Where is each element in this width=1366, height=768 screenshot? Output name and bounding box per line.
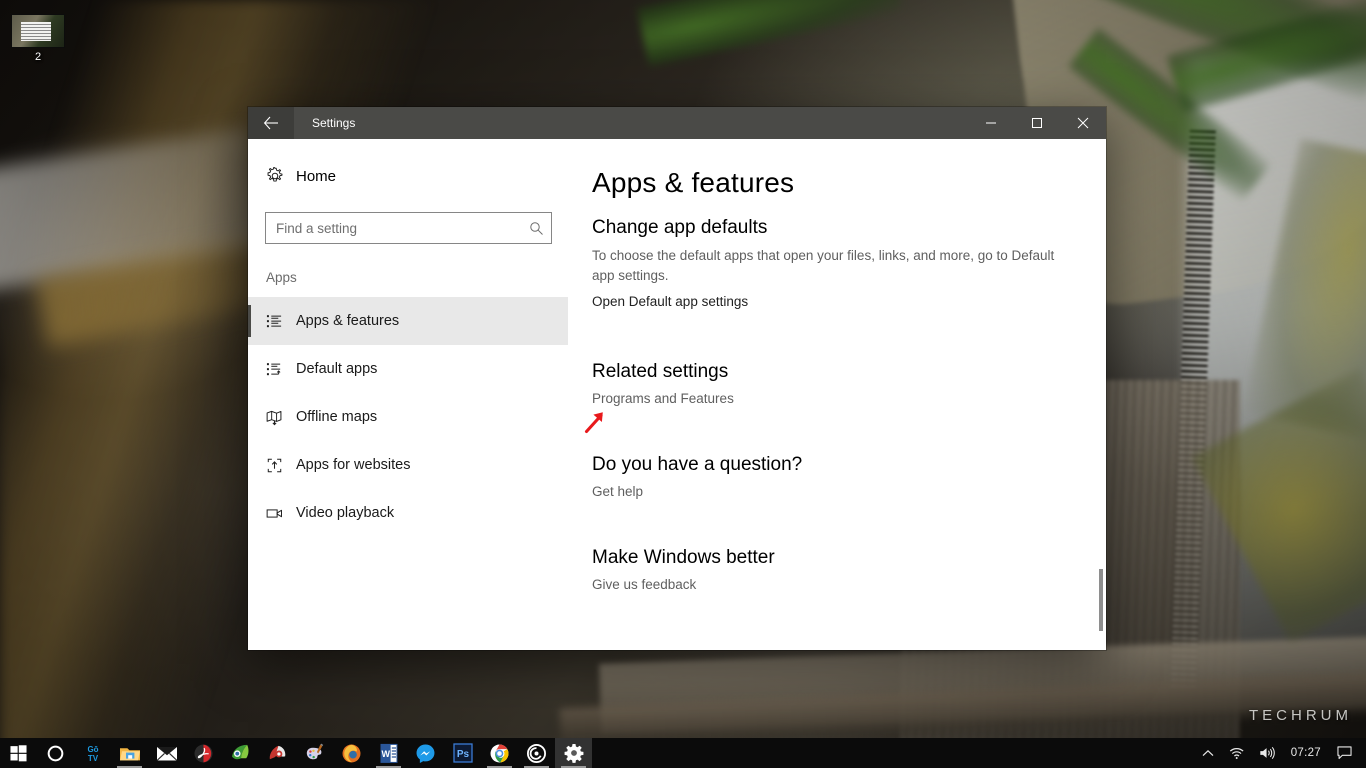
- sidebar-item-offline-maps[interactable]: Offline maps: [248, 393, 568, 441]
- search-input[interactable]: [266, 220, 521, 236]
- sidebar-item-home-label: Home: [296, 167, 337, 185]
- watermark: TECHRUM: [1249, 707, 1352, 724]
- search-box[interactable]: [265, 212, 552, 244]
- sidebar-item-default-apps[interactable]: Default apps: [248, 345, 568, 393]
- show-hidden-icons-button[interactable]: [1195, 738, 1221, 768]
- scrollbar-thumb[interactable]: [1099, 569, 1103, 631]
- volume-icon[interactable]: [1252, 738, 1283, 768]
- sidebar-item-label: Default apps: [296, 361, 378, 377]
- sidebar-item-label: Video playback: [296, 505, 395, 521]
- ccleaner-icon: [267, 742, 289, 764]
- back-button[interactable]: [248, 107, 294, 139]
- settings-gear-icon: [563, 742, 585, 764]
- taskbar-app-photoshop[interactable]: Ps: [444, 738, 481, 768]
- sidebar-item-apps-for-websites[interactable]: Apps for websites: [248, 441, 568, 489]
- sidebar-group-label: Apps: [266, 270, 297, 285]
- chrome-icon: [489, 742, 511, 764]
- taskbar-app-word[interactable]: W: [370, 738, 407, 768]
- desktop-icon-label: 2: [34, 51, 42, 63]
- taskbar-app-chrome[interactable]: [481, 738, 518, 768]
- cortana-button[interactable]: [36, 738, 74, 768]
- video-camera-icon: [266, 505, 296, 522]
- sidebar-item-video-playback[interactable]: Video playback: [248, 489, 568, 537]
- paint-icon: [304, 742, 326, 764]
- settings-content: Apps & features Change app defaults To c…: [568, 139, 1106, 650]
- svg-text:Gō: Gō: [87, 745, 98, 754]
- window-titlebar: Settings: [248, 107, 1106, 139]
- settings-window: Settings Home Find a setting Apps Apps &…: [248, 107, 1106, 650]
- taskbar-app-gotv[interactable]: Gō TV: [74, 738, 111, 768]
- nvidia-icon: [230, 742, 252, 764]
- section-heading-change-app-defaults: Change app defaults: [592, 217, 768, 238]
- close-button[interactable]: [1060, 107, 1106, 139]
- sidebar-item-label: Apps for websites: [296, 457, 411, 473]
- clock[interactable]: 07:27: [1283, 738, 1329, 768]
- sidebar-item-home[interactable]: Home: [248, 157, 568, 195]
- sidebar-item-label: Apps & features: [296, 313, 400, 329]
- section-heading-do-you-have-a-question: Do you have a question?: [592, 453, 803, 475]
- page-title: Apps & features: [592, 167, 795, 198]
- taskbar-spacer: [592, 738, 1195, 768]
- taskbar-app-list: Gō TV W Ps: [74, 738, 592, 768]
- taskbar-app-firefox[interactable]: [333, 738, 370, 768]
- svg-text:W: W: [381, 749, 390, 759]
- svg-text:Ps: Ps: [456, 749, 469, 760]
- link-open-default-app-settings[interactable]: Open Default app settings: [592, 294, 748, 309]
- photoshop-icon: Ps: [452, 742, 474, 764]
- taskbar-app-settings[interactable]: [555, 738, 592, 768]
- minimize-button[interactable]: [968, 107, 1014, 139]
- window-title: Settings: [312, 116, 356, 130]
- network-icon[interactable]: [1221, 738, 1252, 768]
- mail-icon: [156, 742, 178, 764]
- link-get-help[interactable]: Get help: [592, 484, 643, 499]
- list-arrow-icon: [266, 361, 296, 378]
- search-icon[interactable]: [521, 221, 551, 236]
- sidebar-item-label: Offline maps: [296, 409, 378, 425]
- list-icon: [266, 313, 296, 330]
- link-give-us-feedback[interactable]: Give us feedback: [592, 577, 696, 592]
- section-body-change-app-defaults: To choose the default apps that open you…: [592, 248, 1055, 284]
- taskbar-app-nvidia[interactable]: [222, 738, 259, 768]
- start-button[interactable]: [0, 738, 36, 768]
- sidebar-item-apps-features[interactable]: Apps & features: [248, 297, 568, 345]
- taskbar-app-messenger[interactable]: [407, 738, 444, 768]
- box-arrow-up-icon: [266, 457, 296, 474]
- settings-sidebar: Home Apps: [248, 139, 568, 650]
- titlebar-spacer: [355, 107, 968, 139]
- taskbar-app-paint[interactable]: [296, 738, 333, 768]
- adobe-acrobat-icon: [193, 742, 215, 764]
- taskbar-app-mail[interactable]: [148, 738, 185, 768]
- desktop-icon-image[interactable]: 2: [6, 14, 70, 63]
- taskbar-app-adobe-acrobat[interactable]: [185, 738, 222, 768]
- svg-text:TV: TV: [87, 754, 98, 763]
- desktop: 2 TECHRUM Settings Home Find a setting A…: [0, 0, 1366, 768]
- section-heading-related-settings: Related settings: [592, 360, 729, 382]
- maximize-button[interactable]: [1014, 107, 1060, 139]
- action-center-button[interactable]: [1329, 738, 1362, 768]
- word-icon: W: [378, 742, 400, 764]
- messenger-icon: [415, 742, 437, 764]
- window-body: Home Apps: [248, 139, 1106, 650]
- taskbar: Gō TV W Ps 07:27: [0, 738, 1366, 768]
- taskbar-app-file-explorer[interactable]: [111, 738, 148, 768]
- link-programs-and-features[interactable]: Programs and Features: [592, 391, 734, 406]
- image-thumbnail-icon: [11, 14, 65, 48]
- system-tray: 07:27: [1195, 738, 1366, 768]
- sidebar-nav-list: Apps & features Default apps Offline map…: [248, 297, 568, 537]
- content-scrollbar[interactable]: [1099, 139, 1103, 650]
- section-heading-make-windows-better: Make Windows better: [592, 546, 775, 568]
- gotv-icon: Gō TV: [82, 742, 104, 764]
- camera-shutter-icon: [526, 742, 548, 764]
- map-download-icon: [266, 409, 296, 426]
- firefox-icon: [341, 742, 363, 764]
- gear-icon: [266, 167, 296, 185]
- taskbar-app-ccleaner[interactable]: [259, 738, 296, 768]
- file-explorer-icon: [119, 742, 141, 764]
- taskbar-app-screen-recorder[interactable]: [518, 738, 555, 768]
